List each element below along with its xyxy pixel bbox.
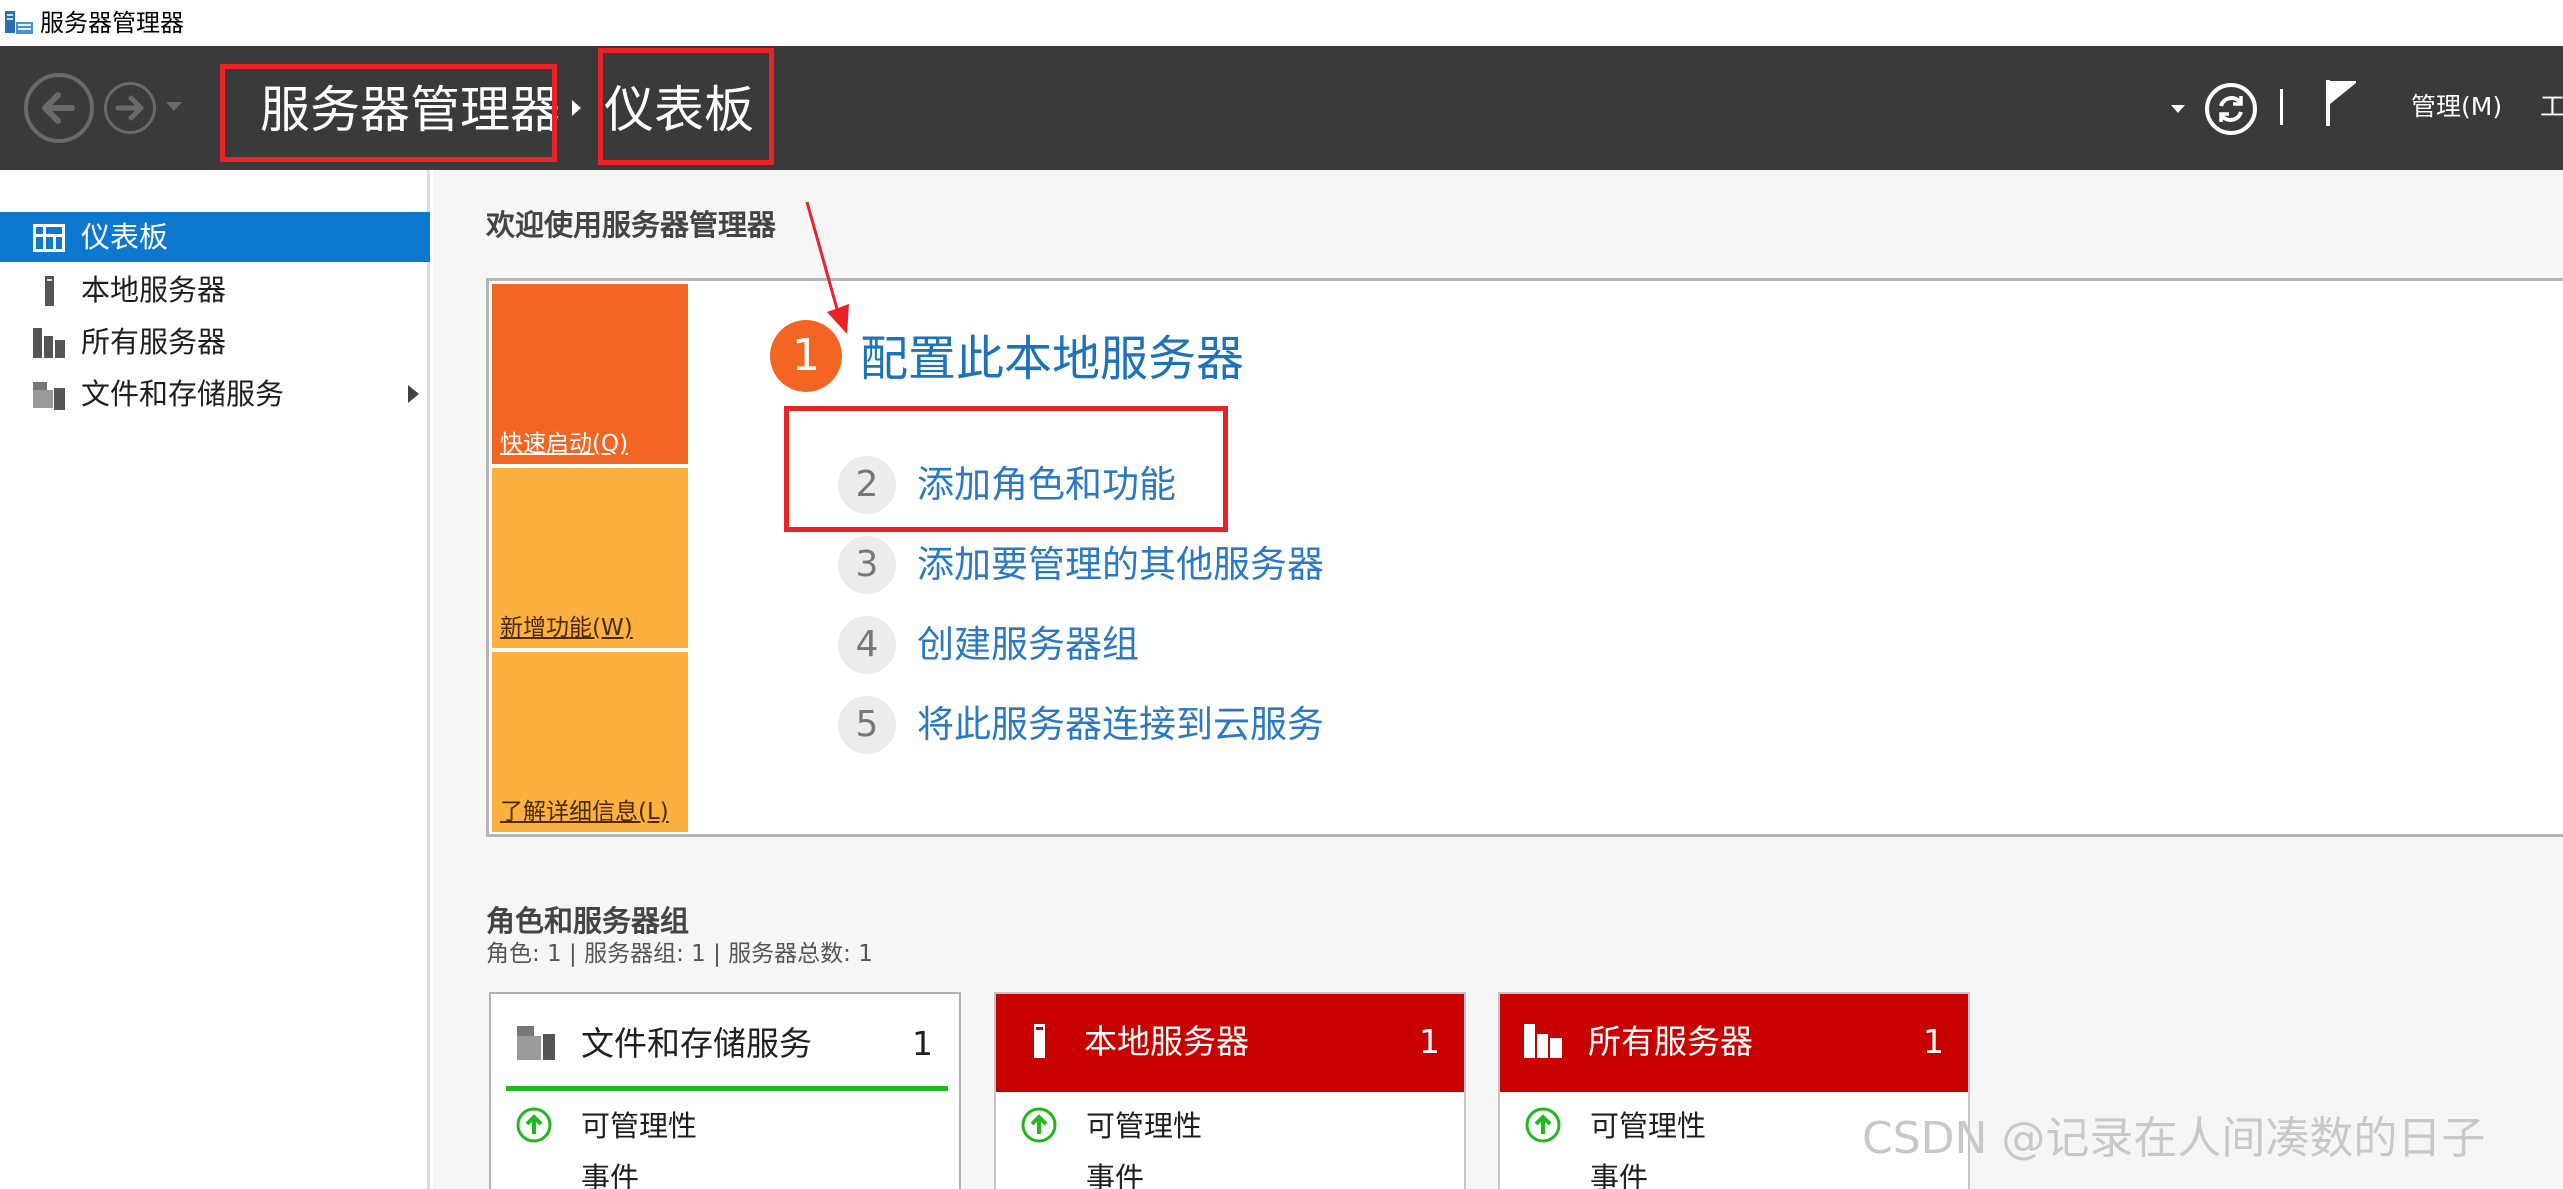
tile-quickstart[interactable]: 快速启动(Q): [492, 284, 688, 464]
card-row-events[interactable]: 事件: [1086, 1160, 1144, 1189]
card-title: 本地服务器: [1084, 1022, 1249, 1061]
welcome-heading: 欢迎使用服务器管理器: [486, 208, 777, 242]
window-title-bar: [0, 0, 2563, 46]
watermark: CSDN @记录在人间凑数的日子: [1862, 1113, 2486, 1164]
card-count: 1: [1923, 1022, 1944, 1061]
card-title: 所有服务器: [1588, 1022, 1753, 1061]
local-server-icon: [1034, 1024, 1045, 1058]
annotation-box-add-roles: [784, 406, 1228, 532]
file-storage-icon: [517, 1026, 555, 1060]
sidebar-item-local-server[interactable]: 本地服务器: [0, 265, 430, 315]
tile-label: 快速启动(Q): [500, 431, 629, 457]
step-link-add-other-servers[interactable]: 添加要管理的其他服务器: [917, 542, 1324, 588]
breadcrumb-separator-icon: [572, 100, 581, 116]
window-title: 服务器管理器: [40, 9, 184, 37]
roles-heading: 角色和服务器组: [486, 904, 690, 938]
notifications-flag-icon[interactable]: [2322, 78, 2360, 128]
step-number-badge: 3: [838, 536, 896, 594]
roles-summary: 角色: 1 | 服务器组: 1 | 服务器总数: 1: [486, 941, 873, 967]
annotation-box-breadcrumb-current: [598, 48, 774, 165]
back-arrow-icon: [42, 92, 75, 124]
card-count: 1: [1419, 1022, 1440, 1061]
refresh-icon[interactable]: [2204, 82, 2258, 136]
step-link-create-server-group[interactable]: 创建服务器组: [917, 622, 1139, 668]
manage-menu[interactable]: 管理(M): [2411, 92, 2502, 122]
step-number-badge: 4: [838, 616, 896, 674]
server-manager-app-icon: [5, 11, 33, 34]
role-card-file-storage[interactable]: 文件和存储服务 1 可管理性 事件: [489, 992, 961, 1189]
local-server-icon: [45, 276, 54, 306]
header-divider: [2280, 89, 2283, 125]
status-ok-icon: [516, 1107, 552, 1143]
sidebar-item-label: 所有服务器: [81, 325, 227, 359]
card-row-events[interactable]: 事件: [581, 1160, 639, 1189]
sidebar-item-all-servers[interactable]: 所有服务器: [0, 317, 430, 367]
tile-label: 新增功能(W): [500, 615, 633, 641]
card-header: 本地服务器 1: [996, 994, 1464, 1092]
card-row-manageability[interactable]: 可管理性: [581, 1108, 697, 1144]
dashboard-icon: [33, 224, 65, 252]
status-ok-icon: [1021, 1107, 1057, 1143]
step-link-connect-cloud[interactable]: 将此服务器连接到云服务: [917, 702, 1324, 748]
card-row-events[interactable]: 事件: [1590, 1160, 1648, 1189]
card-row-manageability[interactable]: 可管理性: [1590, 1108, 1706, 1144]
tile-learn-more[interactable]: 了解详细信息(L): [492, 652, 688, 832]
refresh-dropdown-icon[interactable]: [2171, 105, 2185, 113]
expand-arrow-icon[interactable]: [408, 385, 419, 403]
status-bar: [506, 1086, 948, 1091]
annotation-box-breadcrumb-root: [220, 64, 557, 162]
all-servers-icon: [33, 328, 65, 358]
step-link-configure-local-server[interactable]: 配置此本地服务器: [860, 330, 1244, 388]
file-storage-icon: [33, 382, 65, 410]
sidebar-item-file-storage[interactable]: 文件和存储服务: [0, 369, 430, 419]
role-card-local-server[interactable]: 本地服务器 1 可管理性 事件: [994, 992, 1466, 1189]
forward-button[interactable]: [104, 82, 156, 134]
sidebar-item-label: 本地服务器: [81, 273, 227, 307]
sidebar-item-dashboard[interactable]: 仪表板: [0, 212, 430, 262]
back-button[interactable]: [24, 73, 94, 143]
history-dropdown-icon[interactable]: [166, 102, 182, 111]
card-header: 文件和存储服务 1: [491, 994, 959, 1094]
step-number-badge: 5: [838, 696, 896, 754]
card-title: 文件和存储服务: [581, 1024, 812, 1063]
annotation-arrow-icon: [805, 201, 849, 334]
status-ok-icon: [1525, 1107, 1561, 1143]
sidebar-item-label: 仪表板: [81, 220, 169, 254]
card-header: 所有服务器 1: [1500, 994, 1968, 1092]
card-row-manageability[interactable]: 可管理性: [1086, 1108, 1202, 1144]
card-count: 1: [912, 1024, 933, 1063]
sidebar-item-label: 文件和存储服务: [81, 377, 285, 411]
tile-whats-new[interactable]: 新增功能(W): [492, 468, 688, 648]
forward-arrow-icon: [115, 95, 144, 121]
all-servers-icon: [1524, 1024, 1562, 1058]
tile-label: 了解详细信息(L): [500, 799, 669, 825]
tools-menu[interactable]: 工: [2540, 92, 2563, 122]
